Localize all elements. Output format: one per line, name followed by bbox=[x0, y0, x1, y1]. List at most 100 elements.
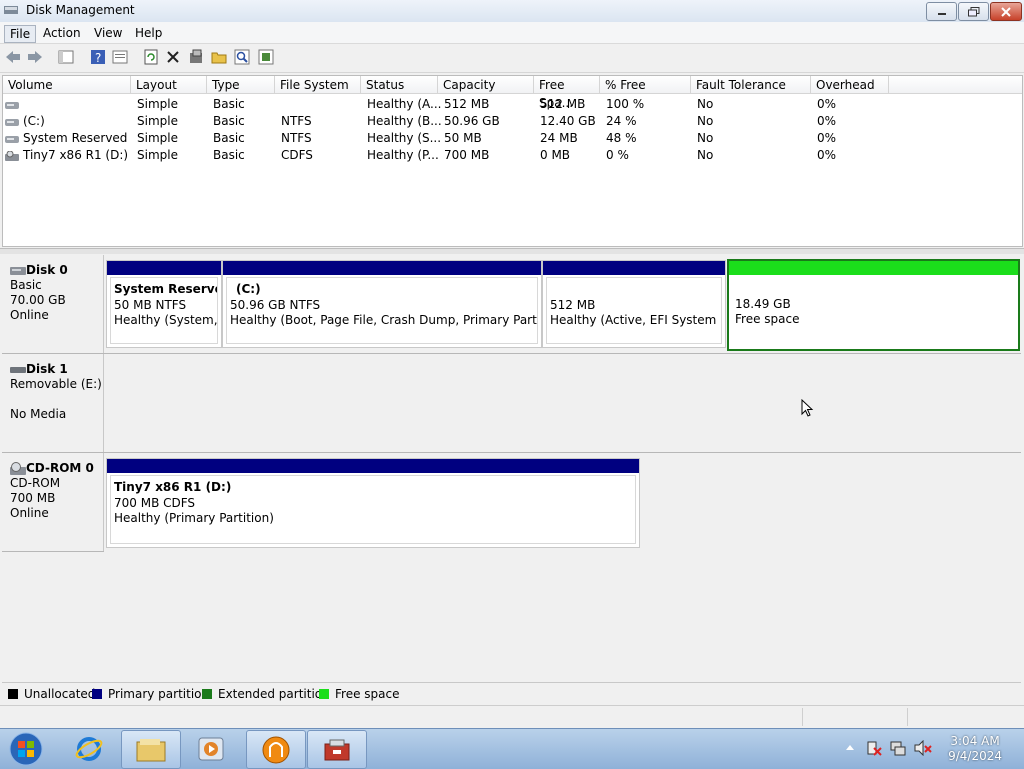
column-header-free-space[interactable]: Free Spa... bbox=[534, 76, 600, 110]
divider bbox=[2, 452, 1021, 453]
table-cell-text: No bbox=[697, 97, 714, 111]
partition-status: Healthy (Active, EFI System Part bbox=[550, 313, 721, 327]
table-row[interactable]: Tiny7 x86 R1 (D:) Simple Basic CDFS Healthy … bbox=[3, 147, 1022, 164]
table-cell: 0% bbox=[811, 147, 895, 164]
disk-name: Disk 1 bbox=[26, 362, 68, 376]
column-header-empty bbox=[889, 76, 1022, 94]
cd-drive-icon bbox=[5, 150, 19, 161]
app-icon bbox=[262, 736, 290, 763]
search-button[interactable] bbox=[233, 48, 251, 66]
table-cell-text: No bbox=[697, 148, 714, 162]
restore-button[interactable] bbox=[958, 2, 989, 21]
table-cell-text: 0% bbox=[817, 131, 837, 145]
column-header-file-system[interactable]: File System bbox=[275, 76, 361, 94]
menu-help[interactable]: Help bbox=[130, 25, 167, 41]
column-header-volume[interactable]: Volume bbox=[3, 76, 131, 94]
help-button[interactable]: ? bbox=[89, 48, 107, 66]
file-explorer-icon bbox=[136, 738, 166, 761]
partition-system-reserved[interactable]: System Reserved 50 MB NTFS Healthy (Syst… bbox=[106, 260, 222, 348]
menu-action[interactable]: Action bbox=[38, 25, 86, 41]
table-cell-text: 12.40 GB bbox=[540, 114, 596, 128]
table-cell: No bbox=[691, 113, 817, 130]
menu-bar: File Action View Help bbox=[0, 22, 1024, 44]
table-cell: 0% bbox=[811, 130, 895, 147]
show-hidden-icons-icon[interactable] bbox=[846, 744, 854, 750]
table-cell-text: Basic bbox=[213, 114, 245, 128]
partition-size: 50.96 GB NTFS bbox=[230, 297, 321, 312]
disk-1-label[interactable]: Disk 1 Removable (E:) No Media bbox=[2, 354, 104, 452]
column-header-layout[interactable]: Layout bbox=[131, 76, 207, 94]
refresh-button[interactable] bbox=[142, 48, 160, 66]
media-player-button[interactable] bbox=[182, 730, 240, 767]
column-header-type[interactable]: Type bbox=[207, 76, 275, 94]
table-cell-text: Simple bbox=[137, 114, 178, 128]
column-header-fault-tolerance[interactable]: Fault Tolerance bbox=[691, 76, 811, 94]
table-cell-text: 512 MB bbox=[444, 97, 490, 111]
column-header-percent-free[interactable]: % Free bbox=[600, 76, 691, 94]
disk-0-label[interactable]: Disk 0 Basic 70.00 GB Online bbox=[2, 255, 104, 353]
menu-file[interactable]: File bbox=[4, 25, 37, 43]
internet-explorer-button[interactable] bbox=[60, 730, 118, 767]
export-button[interactable] bbox=[257, 48, 275, 66]
partition-c[interactable]: (C:) 50.96 GB NTFS Healthy (Boot, Page F… bbox=[222, 260, 542, 348]
table-cell: NTFS bbox=[275, 113, 367, 130]
table-cell: 48 % bbox=[600, 130, 697, 147]
delete-button[interactable] bbox=[164, 48, 182, 66]
back-button[interactable] bbox=[4, 48, 22, 66]
partition-size: 50 MB NTFS bbox=[114, 297, 187, 312]
menu-view[interactable]: View bbox=[89, 25, 127, 41]
legend-swatch bbox=[8, 689, 18, 699]
table-row[interactable]: Simple Basic Healthy (A... 512 MB 512 MB 100 … bbox=[3, 96, 1022, 113]
table-cell-text: Healthy (B... bbox=[367, 114, 442, 128]
settings-icon bbox=[190, 49, 202, 63]
clock-time: 3:04 AM bbox=[950, 734, 1000, 748]
show-hide-icon bbox=[58, 50, 74, 64]
status-divider bbox=[907, 708, 908, 726]
start-button[interactable] bbox=[4, 730, 48, 767]
table-cell: 700 MB bbox=[438, 147, 540, 164]
network-icon[interactable] bbox=[890, 740, 906, 756]
show-hide-button[interactable] bbox=[57, 48, 75, 66]
table-cell: Healthy (B... bbox=[361, 113, 444, 130]
disk-type: Basic bbox=[10, 278, 42, 292]
computer-management-button[interactable] bbox=[307, 730, 367, 769]
column-header-status[interactable]: Status bbox=[361, 76, 438, 94]
partition-title: System Reserved bbox=[114, 282, 217, 296]
open-button[interactable] bbox=[210, 48, 228, 66]
pane-splitter[interactable] bbox=[0, 248, 1024, 254]
windows-logo-icon bbox=[9, 732, 43, 765]
partition-cdrom-d[interactable]: Tiny7 x86 R1 (D:) 700 MB CDFS Healthy (P… bbox=[106, 458, 640, 548]
table-cell-text: 48 % bbox=[606, 131, 637, 145]
settings-button[interactable] bbox=[187, 48, 205, 66]
partition-free-space[interactable]: 18.49 GB Free space bbox=[727, 259, 1020, 351]
partition-status: Free space bbox=[735, 312, 800, 326]
window-title: Disk Management bbox=[26, 3, 135, 17]
forward-button[interactable] bbox=[26, 48, 44, 66]
cd-drive-icon bbox=[10, 461, 26, 475]
action-center-icon[interactable] bbox=[866, 740, 882, 756]
app-button[interactable] bbox=[246, 730, 306, 769]
disk-size: 70.00 GB bbox=[10, 293, 66, 307]
table-row[interactable]: System Reserved Simple Basic NTFS Healthy (S… bbox=[3, 130, 1022, 147]
disk-management-icon bbox=[4, 6, 18, 14]
cdrom-0-label[interactable]: CD-ROM 0 CD-ROM 700 MB Online bbox=[2, 453, 104, 551]
close-icon bbox=[1001, 6, 1011, 17]
back-icon bbox=[6, 51, 20, 63]
table-cell: Tiny7 x86 R1 (D:) bbox=[3, 147, 133, 164]
file-explorer-button[interactable] bbox=[121, 730, 181, 769]
taskbar-clock[interactable]: 3:04 AM 9/4/2024 bbox=[948, 734, 1002, 764]
column-header-capacity[interactable]: Capacity bbox=[438, 76, 534, 94]
table-cell-text: 0 MB bbox=[540, 148, 571, 162]
column-header-overhead[interactable]: Overhead bbox=[811, 76, 889, 94]
partition-efi[interactable]: 512 MB Healthy (Active, EFI System Part bbox=[542, 260, 726, 348]
close-button[interactable] bbox=[990, 2, 1022, 21]
properties-button[interactable] bbox=[111, 48, 129, 66]
table-row[interactable]: (C:) Simple Basic NTFS Healthy (B... 50.96 GB… bbox=[3, 113, 1022, 130]
volume-list[interactable]: Volume Layout Type File System Status Ca… bbox=[2, 75, 1023, 247]
disk-status: Online bbox=[10, 506, 49, 520]
divider bbox=[2, 353, 1021, 354]
table-cell: 512 MB bbox=[534, 96, 606, 113]
minimize-button[interactable] bbox=[926, 2, 957, 21]
table-cell-text: 50.96 GB bbox=[444, 114, 500, 128]
volume-muted-icon[interactable] bbox=[914, 740, 932, 756]
